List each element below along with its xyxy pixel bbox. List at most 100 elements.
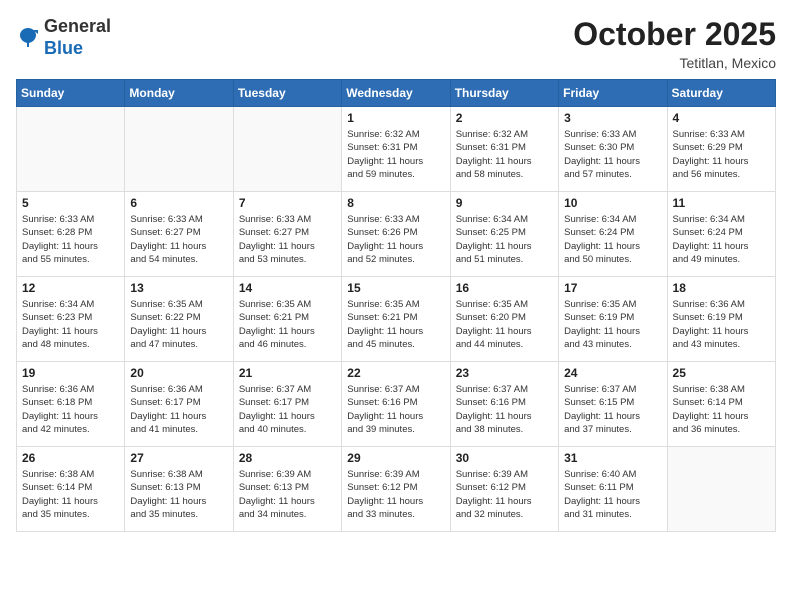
calendar-cell: 9Sunrise: 6:34 AM Sunset: 6:25 PM Daylig… <box>450 192 558 277</box>
day-number: 14 <box>239 281 336 295</box>
day-number: 21 <box>239 366 336 380</box>
day-number: 9 <box>456 196 553 210</box>
day-number: 24 <box>564 366 661 380</box>
day-number: 30 <box>456 451 553 465</box>
day-number: 26 <box>22 451 119 465</box>
week-row-3: 12 Sunrise: 6:34 AM Sunset: 6:23 PM Dayli… <box>17 277 776 362</box>
day-info: Sunrise: 6:37 AM Sunset: 6:17 PM Dayligh… <box>239 383 336 436</box>
day-number: 10 <box>564 196 661 210</box>
day-number: 31 <box>564 451 661 465</box>
calendar-cell: 29 Sunrise: 6:39 AM Sunset: 6:12 PM Dayli… <box>342 447 450 532</box>
day-number: 3 <box>564 111 661 125</box>
month-year-title: October 2025 <box>573 16 776 53</box>
day-info: Sunrise: 6:38 AM Sunset: 6:13 PM Dayligh… <box>130 468 227 521</box>
calendar-cell: 15 Sunrise: 6:35 AM Sunset: 6:21 PM Dayli… <box>342 277 450 362</box>
day-number: 18 <box>673 281 770 295</box>
day-info: Sunrise: 6:40 AM Sunset: 6:11 PM Dayligh… <box>564 468 661 521</box>
day-number: 11 <box>673 196 770 210</box>
day-info: Sunrise: 6:35 AM Sunset: 6:20 PM Dayligh… <box>456 298 553 351</box>
day-info: Sunrise: 6:33 AM Sunset: 6:26 PM Dayligh… <box>347 213 444 266</box>
calendar-cell: 30 Sunrise: 6:39 AM Sunset: 6:12 PM Dayli… <box>450 447 558 532</box>
day-info: Sunrise: 6:34 AM Sunset: 6:23 PM Dayligh… <box>22 298 119 351</box>
day-info: Sunrise: 6:35 AM Sunset: 6:22 PM Dayligh… <box>130 298 227 351</box>
calendar-cell: 11 Sunrise: 6:34 AM Sunset: 6:24 PM Dayli… <box>667 192 775 277</box>
day-header-thursday: Thursday <box>450 80 558 107</box>
calendar-cell: 3 Sunrise: 6:33 AM Sunset: 6:30 PM Daylig… <box>559 107 667 192</box>
calendar-cell: 22 Sunrise: 6:37 AM Sunset: 6:16 PM Dayli… <box>342 362 450 447</box>
day-number: 29 <box>347 451 444 465</box>
week-row-2: 5 Sunrise: 6:33 AM Sunset: 6:28 PM Daylig… <box>17 192 776 277</box>
day-number: 27 <box>130 451 227 465</box>
calendar-cell: 20 Sunrise: 6:36 AM Sunset: 6:17 PM Dayli… <box>125 362 233 447</box>
day-number: 7 <box>239 196 336 210</box>
day-header-wednesday: Wednesday <box>342 80 450 107</box>
day-info: Sunrise: 6:36 AM Sunset: 6:18 PM Dayligh… <box>22 383 119 436</box>
day-header-tuesday: Tuesday <box>233 80 341 107</box>
logo-general-text: General <box>44 16 111 36</box>
day-info: Sunrise: 6:33 AM Sunset: 6:30 PM Dayligh… <box>564 128 661 181</box>
day-number: 28 <box>239 451 336 465</box>
calendar-header-row: SundayMondayTuesdayWednesdayThursdayFrid… <box>17 80 776 107</box>
calendar-cell: 17 Sunrise: 6:35 AM Sunset: 6:19 PM Dayli… <box>559 277 667 362</box>
calendar-cell: 7 Sunrise: 6:33 AM Sunset: 6:27 PM Daylig… <box>233 192 341 277</box>
day-number: 1 <box>347 111 444 125</box>
calendar-table: SundayMondayTuesdayWednesdayThursdayFrid… <box>16 79 776 532</box>
day-number: 22 <box>347 366 444 380</box>
day-info: Sunrise: 6:36 AM Sunset: 6:17 PM Dayligh… <box>130 383 227 436</box>
day-info: Sunrise: 6:35 AM Sunset: 6:21 PM Dayligh… <box>347 298 444 351</box>
day-info: Sunrise: 6:33 AM Sunset: 6:28 PM Dayligh… <box>22 213 119 266</box>
day-info: Sunrise: 6:35 AM Sunset: 6:19 PM Dayligh… <box>564 298 661 351</box>
day-number: 16 <box>456 281 553 295</box>
day-info: Sunrise: 6:37 AM Sunset: 6:16 PM Dayligh… <box>347 383 444 436</box>
day-number: 17 <box>564 281 661 295</box>
day-info: Sunrise: 6:37 AM Sunset: 6:16 PM Dayligh… <box>456 383 553 436</box>
calendar-cell: 27 Sunrise: 6:38 AM Sunset: 6:13 PM Dayli… <box>125 447 233 532</box>
day-number: 23 <box>456 366 553 380</box>
day-number: 4 <box>673 111 770 125</box>
day-number: 19 <box>22 366 119 380</box>
day-number: 12 <box>22 281 119 295</box>
day-info: Sunrise: 6:36 AM Sunset: 6:19 PM Dayligh… <box>673 298 770 351</box>
day-number: 8 <box>347 196 444 210</box>
day-info: Sunrise: 6:34 AM Sunset: 6:24 PM Dayligh… <box>673 213 770 266</box>
day-info: Sunrise: 6:33 AM Sunset: 6:27 PM Dayligh… <box>239 213 336 266</box>
day-number: 15 <box>347 281 444 295</box>
calendar-cell: 16 Sunrise: 6:35 AM Sunset: 6:20 PM Dayli… <box>450 277 558 362</box>
day-number: 5 <box>22 196 119 210</box>
day-header-sunday: Sunday <box>17 80 125 107</box>
day-info: Sunrise: 6:32 AM Sunset: 6:31 PM Dayligh… <box>347 128 444 181</box>
day-header-friday: Friday <box>559 80 667 107</box>
calendar-cell <box>667 447 775 532</box>
day-number: 25 <box>673 366 770 380</box>
calendar-cell: 8 Sunrise: 6:33 AM Sunset: 6:26 PM Daylig… <box>342 192 450 277</box>
calendar-cell: 19 Sunrise: 6:36 AM Sunset: 6:18 PM Dayli… <box>17 362 125 447</box>
calendar-cell: 1 Sunrise: 6:32 AM Sunset: 6:31 PM Daylig… <box>342 107 450 192</box>
calendar-cell: 6 Sunrise: 6:33 AM Sunset: 6:27 PM Daylig… <box>125 192 233 277</box>
title-block: October 2025 Tetitlan, Mexico <box>573 16 776 71</box>
day-number: 6 <box>130 196 227 210</box>
week-row-4: 19 Sunrise: 6:36 AM Sunset: 6:18 PM Dayli… <box>17 362 776 447</box>
logo: General Blue <box>16 16 111 59</box>
calendar-cell: 18 Sunrise: 6:36 AM Sunset: 6:19 PM Dayli… <box>667 277 775 362</box>
day-info: Sunrise: 6:37 AM Sunset: 6:15 PM Dayligh… <box>564 383 661 436</box>
day-info: Sunrise: 6:34 AM Sunset: 6:24 PM Dayligh… <box>564 213 661 266</box>
day-info: Sunrise: 6:39 AM Sunset: 6:12 PM Dayligh… <box>347 468 444 521</box>
calendar-cell: 5 Sunrise: 6:33 AM Sunset: 6:28 PM Daylig… <box>17 192 125 277</box>
calendar-cell: 13 Sunrise: 6:35 AM Sunset: 6:22 PM Dayli… <box>125 277 233 362</box>
day-info: Sunrise: 6:33 AM Sunset: 6:29 PM Dayligh… <box>673 128 770 181</box>
calendar-cell: 12 Sunrise: 6:34 AM Sunset: 6:23 PM Dayli… <box>17 277 125 362</box>
week-row-5: 26Sunrise: 6:38 AM Sunset: 6:14 PM Dayli… <box>17 447 776 532</box>
calendar-cell: 25Sunrise: 6:38 AM Sunset: 6:14 PM Dayli… <box>667 362 775 447</box>
calendar-cell: 14 Sunrise: 6:35 AM Sunset: 6:21 PM Dayli… <box>233 277 341 362</box>
calendar-cell: 26Sunrise: 6:38 AM Sunset: 6:14 PM Dayli… <box>17 447 125 532</box>
day-header-monday: Monday <box>125 80 233 107</box>
day-info: Sunrise: 6:39 AM Sunset: 6:12 PM Dayligh… <box>456 468 553 521</box>
day-number: 20 <box>130 366 227 380</box>
calendar-cell: 2Sunrise: 6:32 AM Sunset: 6:31 PM Daylig… <box>450 107 558 192</box>
page-header: General Blue October 2025 Tetitlan, Mexi… <box>16 16 776 71</box>
day-number: 13 <box>130 281 227 295</box>
day-info: Sunrise: 6:33 AM Sunset: 6:27 PM Dayligh… <box>130 213 227 266</box>
calendar-cell: 24 Sunrise: 6:37 AM Sunset: 6:15 PM Dayli… <box>559 362 667 447</box>
day-info: Sunrise: 6:35 AM Sunset: 6:21 PM Dayligh… <box>239 298 336 351</box>
calendar-cell: 4 Sunrise: 6:33 AM Sunset: 6:29 PM Daylig… <box>667 107 775 192</box>
